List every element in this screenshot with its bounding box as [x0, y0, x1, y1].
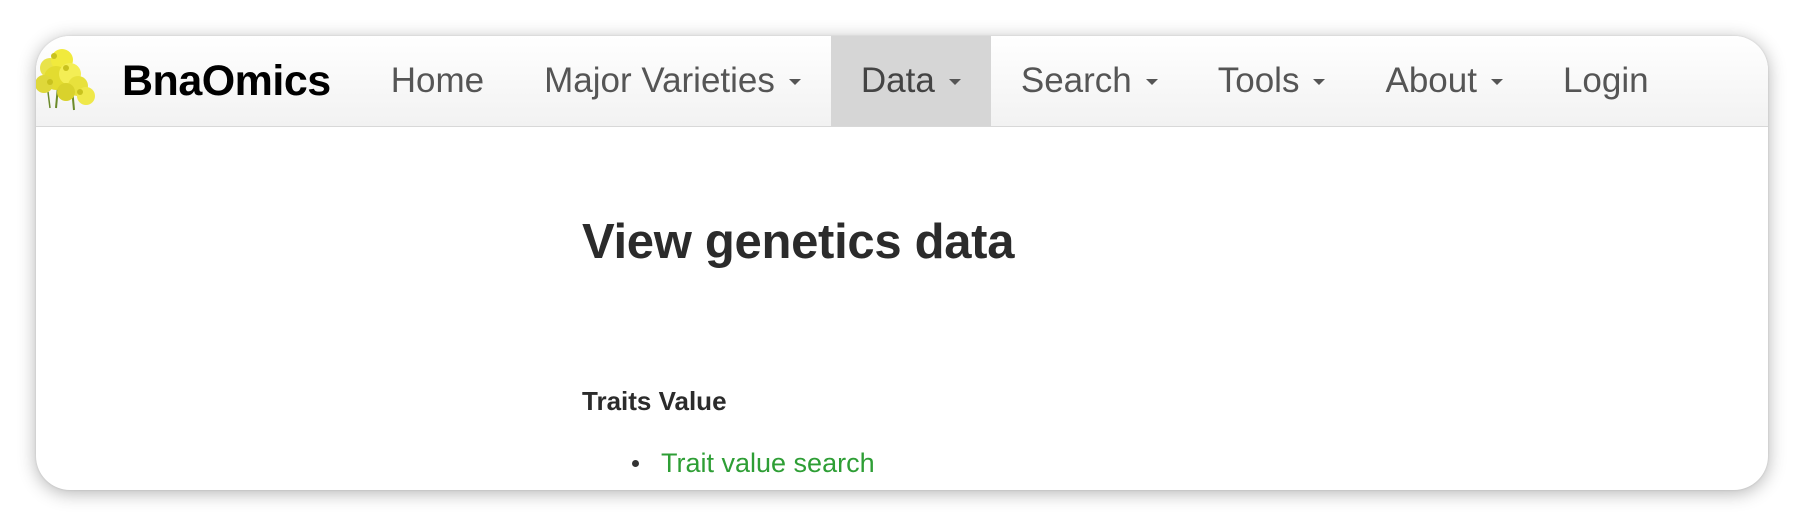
section-heading-traits-value: Traits Value — [582, 386, 727, 416]
nav-tools-label: Tools — [1217, 61, 1300, 100]
nav-about-label: About — [1385, 61, 1477, 100]
nav-home[interactable]: Home — [361, 36, 514, 126]
nav-about[interactable]: About — [1355, 36, 1532, 126]
caret-down-icon — [1313, 79, 1326, 85]
brand-home-link[interactable]: BnaOmics — [36, 36, 361, 126]
nav-login-label: Login — [1562, 61, 1649, 100]
nav-login[interactable]: Login — [1533, 36, 1679, 126]
nav-search-label: Search — [1020, 61, 1132, 100]
list-item: Trait value search — [632, 448, 875, 479]
nav-major-varieties-label: Major Varieties — [544, 61, 775, 100]
brand-name: BnaOmics — [122, 56, 331, 105]
screenshot-canvas: BnaOmics Home Major Varieties Data Searc… — [0, 0, 1804, 526]
nav-data[interactable]: Data — [830, 36, 991, 126]
top-navbar: BnaOmics Home Major Varieties Data Searc… — [36, 36, 1768, 127]
trait-value-search-link[interactable]: Trait value search — [661, 448, 875, 479]
nav-home-label: Home — [390, 61, 485, 100]
browser-window: BnaOmics Home Major Varieties Data Searc… — [36, 36, 1768, 490]
link-list: Trait value search — [632, 448, 875, 479]
nav-search[interactable]: Search — [991, 36, 1188, 126]
bullet-icon — [632, 460, 639, 467]
caret-down-icon — [1145, 79, 1158, 85]
nav-major-varieties[interactable]: Major Varieties — [514, 36, 831, 126]
page-title: View genetics data — [582, 215, 1015, 269]
caret-down-icon — [948, 79, 961, 85]
caret-down-icon — [1490, 79, 1503, 85]
caret-down-icon — [788, 79, 801, 85]
rapeseed-flower-logo — [36, 49, 95, 111]
nav-data-label: Data — [860, 61, 935, 100]
nav-tools[interactable]: Tools — [1188, 36, 1356, 126]
